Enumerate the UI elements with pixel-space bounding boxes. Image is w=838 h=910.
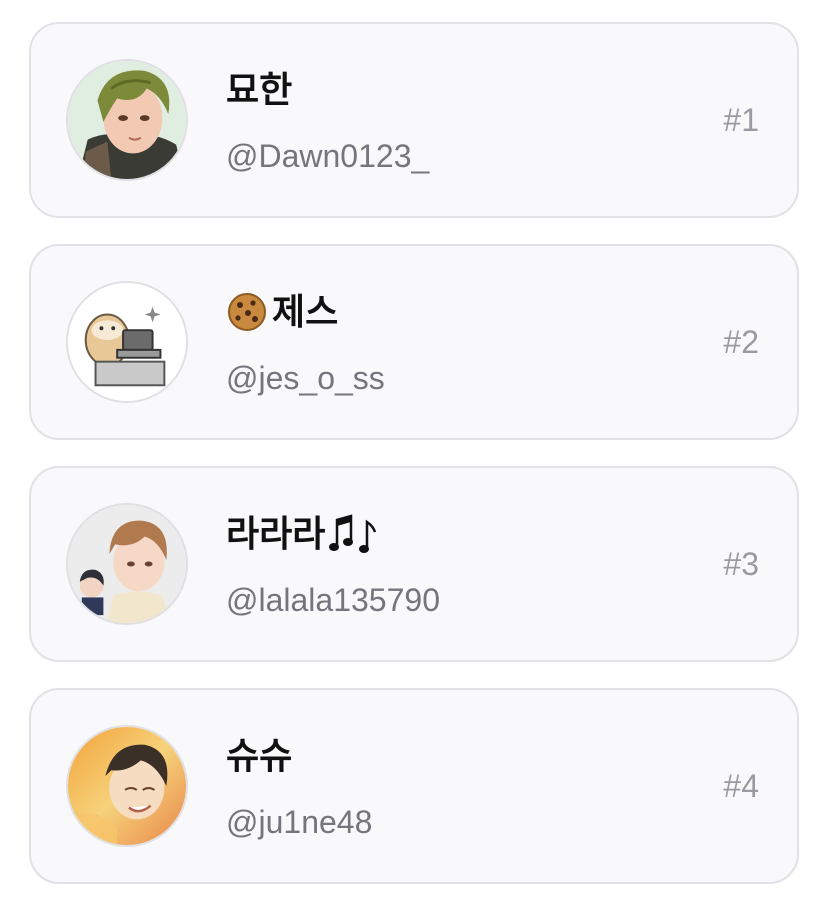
avatar[interactable] (66, 503, 188, 625)
avatar[interactable] (66, 281, 188, 403)
rank-label: #1 (723, 102, 759, 138)
user-list: 묘한 @Dawn0123_ #1 제스 @jes_o_ss #2 라라라 @la… (29, 22, 799, 910)
user-card[interactable]: 라라라 @lalala135790 #3 (29, 466, 799, 662)
user-handle: @ju1ne48 (226, 804, 373, 840)
user-name: 라라라 (226, 512, 379, 556)
user-handle: @Dawn0123_ (226, 138, 430, 174)
rank-label: #2 (723, 324, 759, 360)
user-handle: @lalala135790 (226, 582, 440, 618)
user-card[interactable]: 슈슈 @ju1ne48 #4 (29, 688, 799, 884)
user-handle: @jes_o_ss (226, 360, 385, 396)
user-card[interactable]: 제스 @jes_o_ss #2 (29, 244, 799, 440)
avatar-anime-brown-hair-icon (68, 505, 186, 623)
avatar[interactable] (66, 59, 188, 181)
avatar-anime-sunset-icon (68, 727, 186, 845)
avatar-anime-green-hair-icon (68, 61, 186, 179)
cookie-emoji-icon (226, 291, 268, 333)
user-name: 슈슈 (226, 735, 293, 776)
user-name: 묘한 (226, 69, 293, 110)
user-card[interactable]: 묘한 @Dawn0123_ #1 (29, 22, 799, 218)
avatar[interactable] (66, 725, 188, 847)
user-name: 제스 (226, 290, 338, 334)
rank-label: #3 (723, 546, 759, 582)
rank-label: #4 (723, 768, 759, 804)
avatar-hamster-laptop-icon (68, 283, 186, 401)
music-notes-emoji-icon (327, 512, 379, 556)
